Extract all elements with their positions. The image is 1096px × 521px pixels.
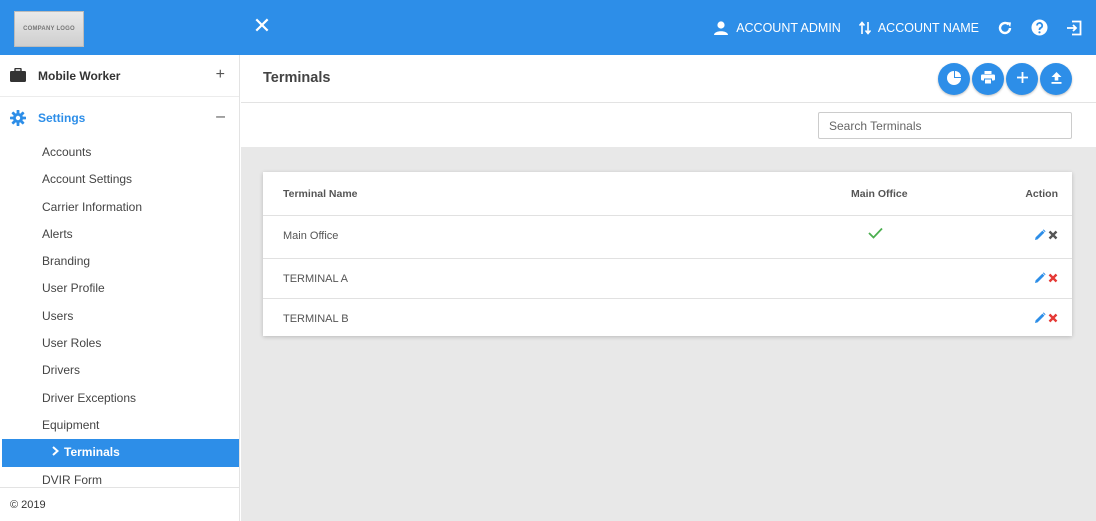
help-icon[interactable] xyxy=(1031,19,1048,36)
sidebar-item-branding[interactable]: Branding xyxy=(0,248,239,275)
user-icon xyxy=(713,20,729,35)
sidebar-section-mobile-worker[interactable]: Mobile Worker + xyxy=(0,55,239,97)
swap-arrows-icon xyxy=(858,20,871,35)
sidebar-item-drivers[interactable]: Drivers xyxy=(0,357,239,384)
sidebar-item-alerts[interactable]: Alerts xyxy=(0,221,239,248)
sidebar-item-user-profile[interactable]: User Profile xyxy=(0,275,239,302)
add-terminal-button[interactable] xyxy=(1006,63,1038,95)
row-actions xyxy=(1032,229,1058,241)
checkmark-icon xyxy=(868,227,883,242)
table-row[interactable]: TERMINAL B xyxy=(263,299,1072,339)
print-icon xyxy=(981,71,995,87)
account-admin-menu[interactable]: ACCOUNT ADMIN xyxy=(713,21,841,35)
gear-icon xyxy=(10,110,26,129)
terminals-table: Terminal Name Main Office Action Main Of… xyxy=(263,172,1072,336)
delete-x-icon[interactable] xyxy=(1048,313,1058,323)
sidebar-item-driver-exceptions[interactable]: Driver Exceptions xyxy=(0,385,239,412)
table-row[interactable]: TERMINAL A xyxy=(263,259,1072,299)
company-logo[interactable]: COMPANY LOGO xyxy=(14,11,84,47)
sidebar-section-label: Settings xyxy=(38,111,86,125)
account-name-label: ACCOUNT NAME xyxy=(877,20,979,35)
account-name-switch[interactable]: ACCOUNT NAME xyxy=(858,20,979,35)
delete-x-icon[interactable] xyxy=(1048,230,1058,240)
upload-icon xyxy=(1051,71,1062,87)
column-header-terminal-name[interactable]: Terminal Name xyxy=(283,188,358,200)
sidebar-section-label: Mobile Worker xyxy=(38,68,121,83)
sidebar-item-account-settings[interactable]: Account Settings xyxy=(0,166,239,193)
delete-x-icon[interactable] xyxy=(1048,273,1058,283)
copyright-footer: © 2019 xyxy=(0,487,239,521)
chevron-right-icon xyxy=(52,439,60,466)
edit-pencil-icon[interactable] xyxy=(1034,229,1046,241)
column-header-action: Action xyxy=(1025,188,1058,200)
column-header-main-office[interactable]: Main Office xyxy=(851,188,908,200)
top-bar: COMPANY LOGO ✕ ACCOUNT ADMIN ACCOUNT NAM… xyxy=(0,0,1096,55)
chart-icon xyxy=(947,70,961,88)
terminal-name-cell: TERMINAL A xyxy=(283,273,348,285)
upload-button[interactable] xyxy=(1040,63,1072,95)
search-bar xyxy=(241,103,1096,147)
sidebar-section-settings[interactable]: Settings – xyxy=(0,97,239,139)
briefcase-icon xyxy=(10,67,26,85)
search-input[interactable] xyxy=(818,112,1072,139)
edit-pencil-icon[interactable] xyxy=(1034,272,1046,284)
table-header: Terminal Name Main Office Action xyxy=(263,172,1072,216)
row-actions xyxy=(1032,272,1058,284)
logo-text: COMPANY LOGO xyxy=(23,26,75,32)
sidebar-item-user-roles[interactable]: User Roles xyxy=(0,330,239,357)
main-content: Terminals Search Terminals Terminal Name… xyxy=(241,55,1096,521)
sidebar-item-users[interactable]: Users xyxy=(0,303,239,330)
report-button[interactable] xyxy=(938,63,970,95)
sidebar-item-carrier-information[interactable]: Carrier Information xyxy=(0,194,239,221)
print-button[interactable] xyxy=(972,63,1004,95)
top-right-nav: ACCOUNT ADMIN ACCOUNT NAME xyxy=(695,0,1082,55)
logout-icon[interactable] xyxy=(1066,20,1082,36)
sidebar: Mobile Worker + Settings – Accounts Acco… xyxy=(0,55,240,521)
row-actions xyxy=(1032,311,1058,324)
collapse-toggle[interactable]: – xyxy=(216,108,225,126)
sidebar-item-label: Terminals xyxy=(64,445,120,460)
sidebar-item-terminals[interactable]: Terminals xyxy=(2,439,239,467)
sidebar-item-equipment[interactable]: Equipment xyxy=(0,412,239,439)
plus-icon xyxy=(1016,72,1028,86)
sidebar-item-accounts[interactable]: Accounts xyxy=(0,139,239,166)
terminal-name-cell: Main Office xyxy=(283,230,339,242)
account-admin-label: ACCOUNT ADMIN xyxy=(736,20,841,35)
terminal-name-cell: TERMINAL B xyxy=(283,312,349,325)
toolbar-buttons xyxy=(936,63,1072,95)
table-row[interactable]: Main Office xyxy=(263,216,1072,259)
page-title: Terminals xyxy=(263,70,331,86)
edit-pencil-icon[interactable] xyxy=(1034,311,1046,324)
page-header: Terminals xyxy=(241,55,1096,103)
refresh-icon[interactable] xyxy=(997,20,1013,36)
close-menu-button[interactable]: ✕ xyxy=(252,13,272,39)
expand-toggle[interactable]: + xyxy=(216,66,225,84)
